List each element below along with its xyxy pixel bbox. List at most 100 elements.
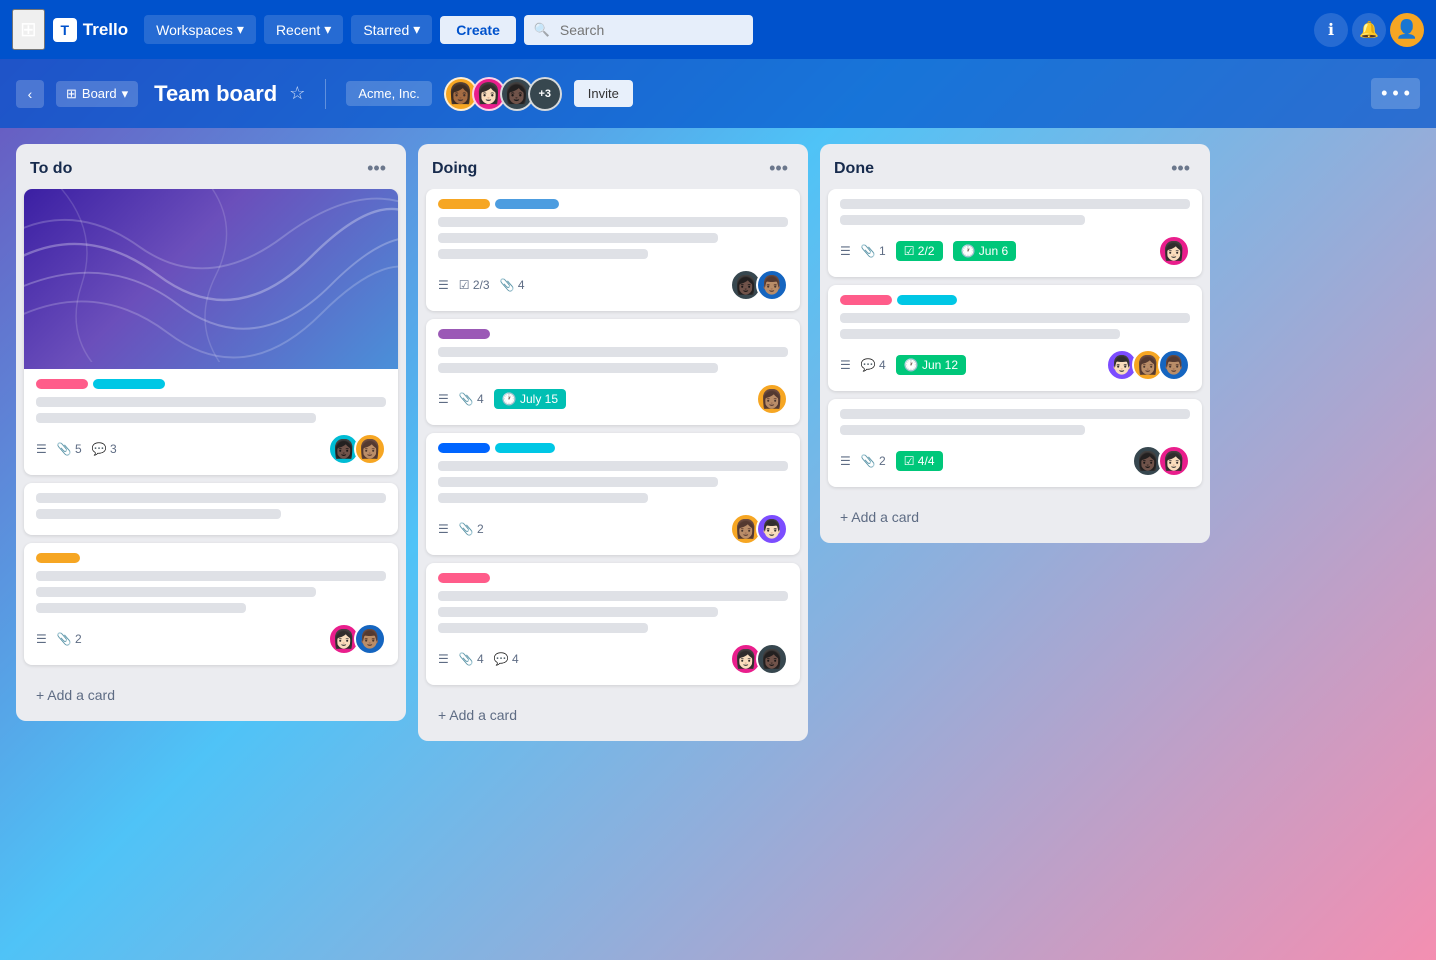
card-text	[438, 607, 718, 617]
divider	[325, 79, 326, 109]
card-meta: ☰ 💬 4 🕐 Jun 12	[840, 355, 966, 375]
description-icon: ☰	[438, 522, 449, 536]
card-text	[438, 233, 718, 243]
card[interactable]: ☰ 💬 4 🕐 Jun 12 👨🏻 👩🏽 👨🏽	[828, 285, 1202, 391]
board-view-icon: ⊞	[66, 86, 77, 102]
card-avatars: 👩🏻 👨🏽	[328, 623, 386, 655]
recent-button[interactable]: Recent ▾	[264, 15, 343, 44]
info-button[interactable]: ℹ	[1314, 13, 1348, 47]
invite-button[interactable]: Invite	[574, 80, 633, 107]
add-card-button[interactable]: + Add a card	[832, 503, 1198, 531]
column-menu-button[interactable]: •••	[361, 156, 392, 181]
description-icon: ☰	[438, 278, 449, 292]
card-text	[438, 591, 788, 601]
attachments-count: 📎 4	[459, 392, 484, 406]
board-header: ‹ ⊞ Board ▾ Team board ☆ Acme, Inc. 👩🏾 👩…	[0, 59, 1436, 128]
card-footer: ☰ 📎 2 👩🏻 👨🏽	[36, 619, 386, 655]
card-text	[438, 461, 788, 471]
card[interactable]: ☰ 📎 2 👩🏻 👨🏽	[24, 543, 398, 665]
page-title: Team board	[154, 81, 277, 107]
starred-button[interactable]: Starred ▾	[351, 15, 432, 44]
card-body: ☰ ☑ 2/3 📎 4 👩🏿 👨🏽	[426, 189, 800, 311]
column-footer-doing: + Add a card	[418, 693, 808, 741]
label	[495, 443, 555, 453]
card-avatars: 👩🏿 👩🏽	[328, 433, 386, 465]
column-menu-button[interactable]: •••	[1165, 156, 1196, 181]
label	[36, 553, 80, 563]
card-text	[840, 329, 1120, 339]
member-avatar-count[interactable]: +3	[528, 77, 562, 111]
card-body: ☰ 📎 1 ☑ 2/2 🕐 Jun 6 👩🏻	[828, 189, 1202, 277]
card-labels	[438, 199, 788, 209]
search-input[interactable]	[524, 15, 753, 45]
card-avatar: 👩🏿	[756, 643, 788, 675]
card-text	[438, 623, 648, 633]
card[interactable]: ☰ ☑ 2/3 📎 4 👩🏿 👨🏽	[426, 189, 800, 311]
card-text	[438, 217, 788, 227]
column-cards-todo: ☰ 📎 5 💬 3 👩🏿 👩🏽	[16, 189, 406, 673]
card-avatar: 👩🏽	[756, 383, 788, 415]
column-menu-button[interactable]: •••	[763, 156, 794, 181]
card[interactable]: ☰ 📎 2 ☑ 4/4 👩🏿 👩🏻	[828, 399, 1202, 487]
card-footer: ☰ 📎 4 💬 4 👩🏻 👩🏿	[438, 639, 788, 675]
card-meta: ☰ 📎 2	[438, 522, 484, 536]
notifications-button[interactable]: 🔔	[1352, 13, 1386, 47]
star-board-button[interactable]: ☆	[289, 83, 305, 104]
user-avatar[interactable]: 👤	[1390, 13, 1424, 47]
column-cards-doing: ☰ ☑ 2/3 📎 4 👩🏿 👨🏽	[418, 189, 808, 693]
workspace-button[interactable]: Acme, Inc.	[346, 81, 431, 106]
card-avatars: 👨🏻 👩🏽 👨🏽	[1106, 349, 1190, 381]
card[interactable]: ☰ 📎 5 💬 3 👩🏿 👩🏽	[24, 189, 398, 475]
card[interactable]: ☰ 📎 4 🕐 July 15 👩🏽	[426, 319, 800, 425]
card-body: ☰ 💬 4 🕐 Jun 12 👨🏻 👩🏽 👨🏽	[828, 285, 1202, 391]
workspaces-button[interactable]: Workspaces ▾	[144, 15, 256, 44]
board-more-button[interactable]: • • •	[1371, 78, 1420, 109]
card-labels	[840, 295, 1190, 305]
card-body: ☰ 📎 4 💬 4 👩🏻 👩🏿	[426, 563, 800, 685]
member-avatars: 👩🏾 👩🏻 👩🏿 +3	[444, 77, 562, 111]
description-icon: ☰	[438, 392, 449, 406]
card-text	[438, 363, 718, 373]
card-footer: ☰ ☑ 2/3 📎 4 👩🏿 👨🏽	[438, 265, 788, 301]
comments-count: 💬 4	[494, 652, 519, 666]
card-avatars: 👩🏽	[756, 383, 788, 415]
description-icon: ☰	[840, 358, 851, 372]
create-button[interactable]: Create	[440, 16, 516, 44]
chevron-down-icon: ▾	[413, 21, 420, 38]
card-body: ☰ 📎 2 👩🏽 👨🏻	[426, 433, 800, 555]
add-card-button[interactable]: + Add a card	[28, 681, 394, 709]
grid-menu-button[interactable]: ⊞	[12, 9, 45, 50]
card[interactable]: ☰ 📎 4 💬 4 👩🏻 👩🏿	[426, 563, 800, 685]
attachments-count: 📎 2	[861, 454, 886, 468]
attachments-count: 📎 4	[459, 652, 484, 666]
card-text	[840, 425, 1085, 435]
card-avatars: 👩🏿 👨🏽	[730, 269, 788, 301]
add-card-button[interactable]: + Add a card	[430, 701, 796, 729]
card[interactable]: ☰ 📎 1 ☑ 2/2 🕐 Jun 6 👩🏻	[828, 189, 1202, 277]
attachments-count: 📎 4	[500, 278, 525, 292]
card-text	[36, 509, 281, 519]
board-view-button[interactable]: ⊞ Board ▾	[56, 81, 138, 107]
card[interactable]: ☰ 📎 2 👩🏽 👨🏻	[426, 433, 800, 555]
label	[93, 379, 165, 389]
comments-count: 💬 4	[861, 358, 886, 372]
board-content: To do •••	[0, 128, 1436, 960]
column-footer-todo: + Add a card	[16, 673, 406, 721]
attachments-count: 📎 5	[57, 442, 82, 456]
trello-logo: T Trello	[53, 18, 128, 42]
card-avatars: 👩🏻	[1158, 235, 1190, 267]
card-meta: ☰ 📎 4 🕐 July 15	[438, 389, 566, 409]
card-meta: ☰ 📎 2 ☑ 4/4	[840, 451, 943, 471]
trello-logo-icon: T	[53, 18, 77, 42]
card-labels	[36, 553, 386, 563]
card-avatar: 👩🏻	[1158, 445, 1190, 477]
card-text	[438, 249, 648, 259]
due-date-badge: 🕐 Jun 6	[953, 241, 1017, 261]
card-footer: ☰ 📎 4 🕐 July 15 👩🏽	[438, 379, 788, 415]
nav-right-icons: ℹ 🔔 👤	[1314, 13, 1424, 47]
card-avatar: 👨🏽	[1158, 349, 1190, 381]
label	[438, 329, 490, 339]
sidebar-collapse-button[interactable]: ‹	[16, 80, 44, 108]
column-title: Doing	[432, 160, 477, 178]
card[interactable]	[24, 483, 398, 535]
